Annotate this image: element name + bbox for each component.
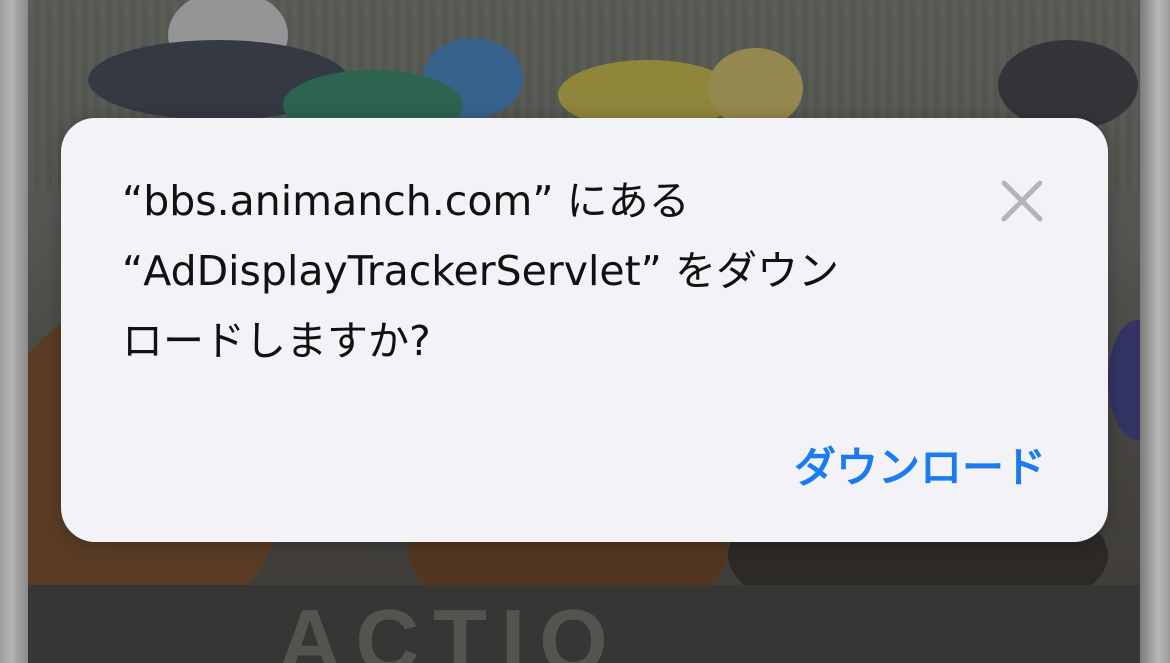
device-edge-left xyxy=(0,0,28,663)
device-edge-right xyxy=(1140,0,1170,663)
close-icon xyxy=(1001,180,1043,222)
close-button[interactable] xyxy=(997,176,1047,226)
dialog-message-line-2: “AdDisplayTrackerServlet” をダウン xyxy=(122,247,839,295)
download-button[interactable]: ダウンロード xyxy=(794,434,1046,495)
download-dialog: “bbs.animanch.com” にある “AdDisplayTracker… xyxy=(61,118,1108,542)
dialog-message-line-3: ロードしますか? xyxy=(122,317,431,365)
dialog-message-line-1: “bbs.animanch.com” にある xyxy=(122,177,690,225)
dialog-message: “bbs.animanch.com” にある “AdDisplayTracker… xyxy=(122,166,942,376)
screen: ACTIO “bbs.animanch.com” にある “AdDisplayT… xyxy=(0,0,1170,663)
